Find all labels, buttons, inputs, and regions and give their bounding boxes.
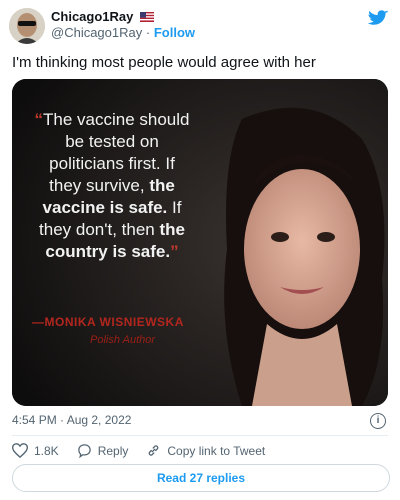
us-flag-icon <box>140 12 154 22</box>
quote-subtitle: Polish Author <box>90 334 156 346</box>
tweet-media-image[interactable]: “The vaccine should be tested on politic… <box>12 79 388 406</box>
divider <box>12 435 388 436</box>
twitter-bird-icon[interactable] <box>368 10 388 27</box>
read-replies-button[interactable]: Read 27 replies <box>12 464 390 492</box>
like-button[interactable]: 1.8K <box>12 443 59 458</box>
quote-line-3: politicians first. If <box>49 154 175 173</box>
reply-icon <box>77 444 91 458</box>
like-count: 1.8K <box>34 443 59 458</box>
heart-icon <box>12 443 28 458</box>
link-icon <box>149 445 159 456</box>
reply-button[interactable]: Reply <box>77 443 129 458</box>
author-block: Chicago1Ray @Chicago1Ray · Follow <box>51 9 195 41</box>
action-bar: 1.8K Reply Copy link to Tweet <box>12 443 279 458</box>
follow-button[interactable]: Follow <box>154 25 195 40</box>
avatar[interactable] <box>9 8 45 44</box>
quote-line-1: The vaccine should <box>43 110 190 129</box>
tweet-embed: Chicago1Ray @Chicago1Ray · Follow I'm th… <box>0 0 400 500</box>
info-icon[interactable]: i <box>370 413 386 429</box>
copy-link-button[interactable]: Copy link to Tweet <box>146 443 265 458</box>
avatar-image <box>9 8 45 44</box>
quote-line-5a: vaccine is safe. <box>42 198 168 217</box>
quote-text: “The vaccine should be tested on politic… <box>12 109 212 263</box>
author-handle[interactable]: @Chicago1Ray <box>51 25 142 40</box>
quote-line-7: country is safe. <box>45 242 171 261</box>
tweet-text: I'm thinking most people would agree wit… <box>12 54 316 71</box>
quote-line-6a: they don't, then <box>39 220 160 239</box>
quote-line-4b: the <box>149 176 175 195</box>
author-name[interactable]: Chicago1Ray <box>51 9 133 24</box>
quote-attribution: —MONIKA WISNIEWSKA <box>32 315 184 329</box>
copy-link-label: Copy link to Tweet <box>167 443 266 458</box>
quote-line-5b: If <box>167 198 182 217</box>
quote-line-6b: the <box>159 220 185 239</box>
quote-line-4a: they survive, <box>49 176 150 195</box>
reply-label: Reply <box>97 443 129 458</box>
quote-line-2: be tested on <box>65 132 159 151</box>
tweet-timestamp[interactable]: 4:54 PM · Aug 2, 2022 <box>12 413 131 427</box>
separator-dot: · <box>145 25 151 40</box>
